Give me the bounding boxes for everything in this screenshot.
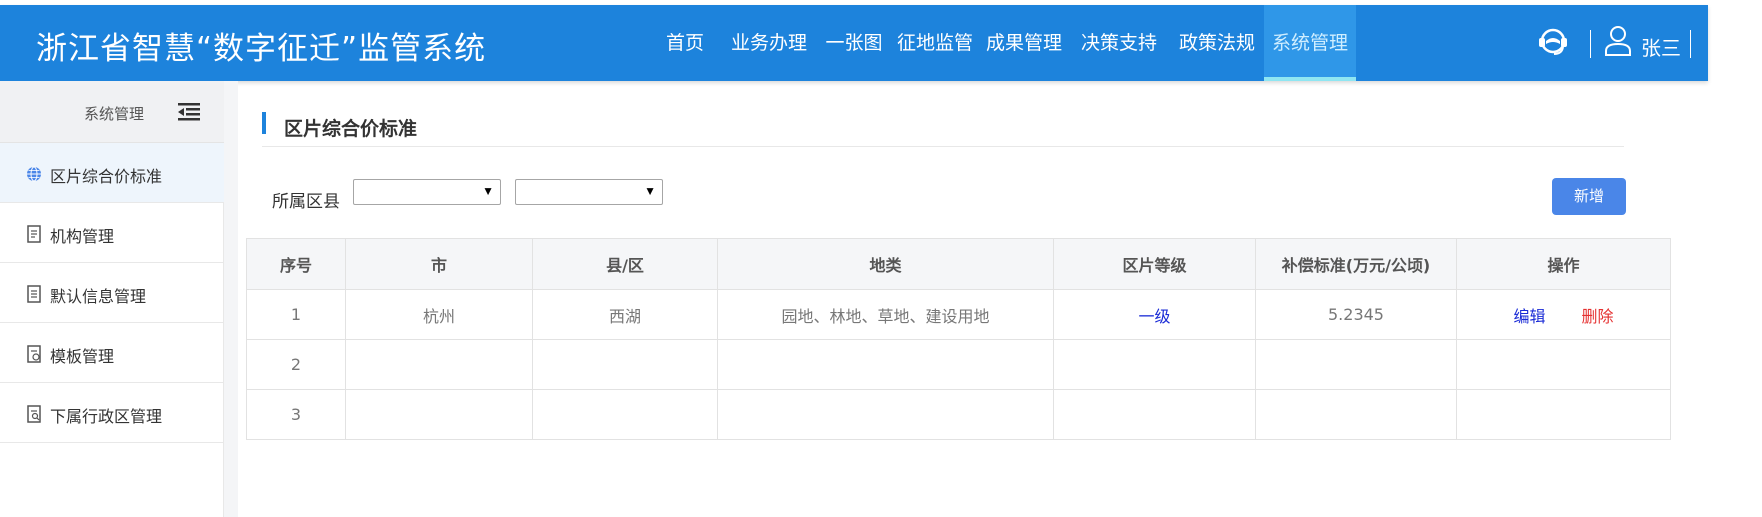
delete-link[interactable]: 删除: [1582, 307, 1614, 326]
header-divider: [1690, 30, 1691, 58]
top-header: 浙江省智慧“数字征迁”监管系统 首页 业务办理 一张图 征地监管 成果管理 决策…: [0, 5, 1708, 81]
dropdown-arrow-icon: ▼: [644, 184, 656, 198]
cell-city: [345, 389, 533, 440]
user-name[interactable]: 张三: [1641, 32, 1681, 61]
cell-city: 杭州: [345, 289, 533, 340]
nav-land-supervision[interactable]: 征地监管: [890, 5, 980, 81]
edit-link[interactable]: 编辑: [1513, 307, 1545, 326]
column-header-city[interactable]: 市: [345, 238, 533, 290]
column-header-actions: 操作: [1456, 238, 1671, 290]
dropdown-arrow-icon: ▼: [482, 184, 494, 198]
cell-index: 1: [246, 289, 346, 340]
column-header-index[interactable]: 序号: [246, 238, 346, 290]
document-search-icon: [27, 405, 41, 423]
document-icon: [27, 225, 41, 243]
sidebar-heading: 系统管理: [84, 105, 145, 123]
zone-price-table: 序号 市 县/区 地类 区片等级 补偿标准(万元/公顷) 操作 1 杭州 西湖 …: [246, 238, 1671, 440]
app-title: 浙江省智慧“数字征迁”监管系统: [36, 31, 487, 67]
district-filter-label: 所属区县: [272, 192, 340, 212]
user-icon[interactable]: [1603, 24, 1633, 58]
header-divider: [1590, 30, 1591, 58]
cell-actions: [1456, 339, 1671, 390]
nav-policy[interactable]: 政策法规: [1170, 5, 1264, 81]
cell-land-type: 园地、林地、草地、建设用地: [717, 289, 1054, 340]
sidebar-item-template[interactable]: 模板管理: [0, 323, 224, 383]
cell-actions: [1456, 389, 1671, 440]
sidebar-item-label: 区片综合价标准: [50, 167, 163, 186]
document-icon: [27, 285, 41, 303]
table-row: 3: [246, 389, 1671, 440]
column-header-compensation[interactable]: 补偿标准(万元/公顷): [1255, 238, 1457, 290]
nav-home[interactable]: 首页: [650, 5, 720, 81]
document-gear-icon: [27, 345, 41, 363]
main-nav: 首页 业务办理 一张图 征地监管 成果管理 决策支持 政策法规 系统管理: [650, 5, 1356, 81]
column-header-zone-level[interactable]: 区片等级: [1053, 238, 1256, 290]
cell-compensation: 5.2345: [1255, 289, 1457, 340]
table-header-row: 序号 市 县/区 地类 区片等级 补偿标准(万元/公顷) 操作: [246, 238, 1671, 290]
sidebar-item-label: 默认信息管理: [50, 287, 147, 306]
cell-land-type: [717, 389, 1054, 440]
customer-service-icon[interactable]: [1536, 25, 1570, 59]
sidebar-header: 系统管理: [0, 81, 224, 143]
district-select[interactable]: ▼: [515, 179, 663, 205]
sidebar-item-label: 机构管理: [50, 227, 115, 246]
sidebar-item-label: 模板管理: [50, 347, 115, 366]
cell-district: [532, 389, 718, 440]
cell-index: 2: [246, 339, 346, 390]
cell-actions: 编辑 删除: [1456, 289, 1671, 340]
cell-zone-level: 一级: [1053, 289, 1256, 340]
nav-decision[interactable]: 决策支持: [1068, 5, 1170, 81]
cell-compensation: [1255, 339, 1457, 390]
cell-land-type: [717, 339, 1054, 390]
cell-index: 3: [246, 389, 346, 440]
nav-system[interactable]: 系统管理: [1264, 5, 1356, 81]
cell-district: [532, 339, 718, 390]
sidebar-item-subordinate-regions[interactable]: 下属行政区管理: [0, 383, 224, 443]
sidebar-item-default-info[interactable]: 默认信息管理: [0, 263, 224, 323]
sidebar-item-zone-price-standard[interactable]: 区片综合价标准: [0, 143, 224, 203]
nav-results[interactable]: 成果管理: [980, 5, 1068, 81]
table-row: 1 杭州 西湖 园地、林地、草地、建设用地 一级 5.2345 编辑 删除: [246, 289, 1671, 340]
title-divider: [262, 146, 1624, 147]
content-gutter: [224, 81, 238, 517]
add-button[interactable]: 新增: [1552, 178, 1626, 215]
sidebar-item-label: 下属行政区管理: [50, 407, 163, 426]
page-title: 区片综合价标准: [284, 118, 418, 140]
zone-level-link[interactable]: 一级: [1138, 307, 1170, 326]
sidebar-item-organization[interactable]: 机构管理: [0, 203, 224, 263]
globe-icon: [27, 166, 41, 182]
cell-city: [345, 339, 533, 390]
city-select[interactable]: ▼: [353, 179, 501, 205]
cell-zone-level: [1053, 389, 1256, 440]
cell-district: 西湖: [532, 289, 718, 340]
nav-one-map[interactable]: 一张图: [818, 5, 890, 81]
column-header-land-type[interactable]: 地类: [717, 238, 1054, 290]
cell-zone-level: [1053, 339, 1256, 390]
column-header-district[interactable]: 县/区: [532, 238, 718, 290]
sidebar: 系统管理 区片综合价标准 机构管理 默认信息管理 模板管理 下属行政区管理: [0, 81, 224, 517]
table-row: 2: [246, 339, 1671, 390]
nav-business[interactable]: 业务办理: [720, 5, 818, 81]
title-accent-bar: [262, 112, 266, 134]
cell-compensation: [1255, 389, 1457, 440]
menu-collapse-icon[interactable]: [178, 102, 200, 122]
